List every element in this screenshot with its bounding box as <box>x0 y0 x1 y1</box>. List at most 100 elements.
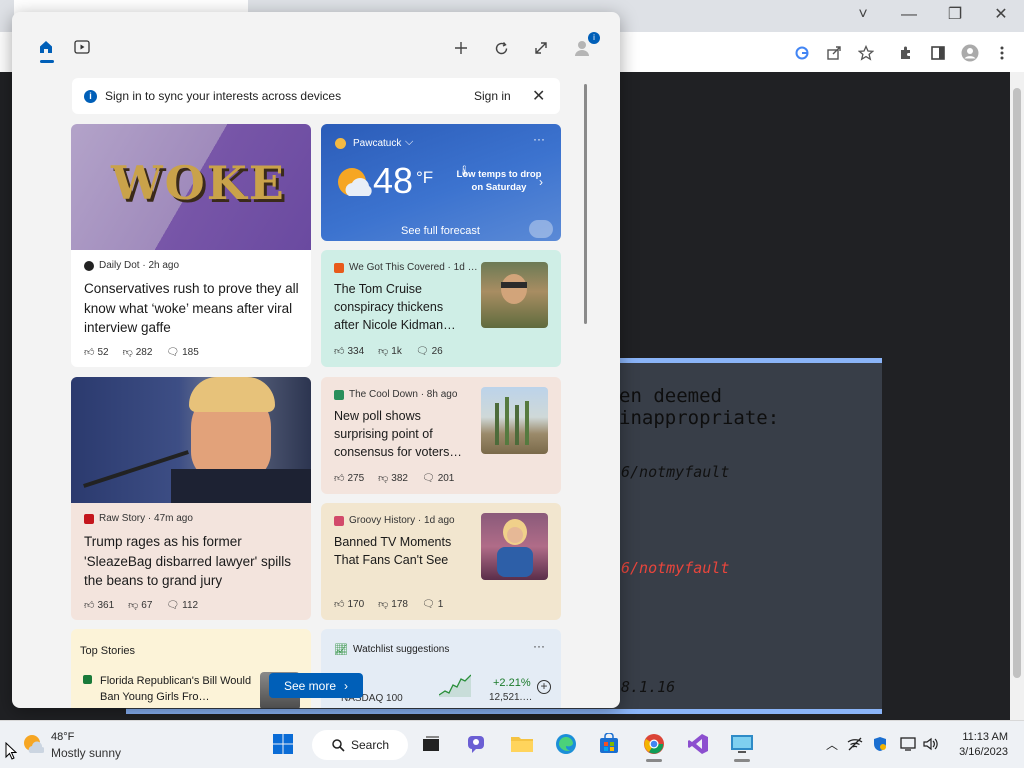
dislike-count: 382 <box>391 472 408 484</box>
more-options-icon[interactable]: ··· <box>533 132 545 146</box>
news-source: We Got This Covered · 1d … <box>334 262 478 273</box>
file-explorer-button[interactable] <box>510 732 534 756</box>
like-button[interactable]: 👍︎ 170 <box>334 598 365 611</box>
visual-studio-button[interactable] <box>686 732 710 756</box>
volume-icon[interactable] <box>923 736 939 752</box>
home-icon[interactable] <box>36 37 56 57</box>
browser-menu-icon[interactable] <box>991 42 1013 64</box>
comment-button[interactable]: 🗨︎ 1 <box>422 598 443 610</box>
edge-button[interactable] <box>554 732 578 756</box>
security-shield-icon[interactable] <box>872 736 888 752</box>
close-window-button[interactable]: ✕ <box>981 4 1021 26</box>
network-icon[interactable] <box>847 736 863 752</box>
restore-button[interactable]: ❐ <box>935 4 975 26</box>
cruise-thumbnail <box>481 262 548 328</box>
like-button[interactable]: 👍︎ 275 <box>334 472 364 485</box>
news-headline[interactable]: Trump rages as his former 'SleazeBag dis… <box>84 532 304 591</box>
dislike-button[interactable]: 👎︎ 1k <box>378 345 402 358</box>
news-card-woke[interactable]: WOKE Daily Dot · 2h ago Conservatives ru… <box>71 124 311 367</box>
news-source: The Cool Down · 8h ago <box>334 389 457 400</box>
taskbar-weather-desc[interactable]: Mostly sunny <box>51 746 121 760</box>
sparkline-chart <box>439 674 471 697</box>
show-hidden-icons-chevron-icon[interactable]: ︿ <box>824 736 840 752</box>
dialog-link-red[interactable]: 6/notmyfault <box>621 559 729 577</box>
comment-button[interactable]: 🗨︎ 201 <box>422 472 454 484</box>
bookmark-star-icon[interactable] <box>855 42 877 64</box>
card-stats: 👍︎ 334 👎︎ 1k 🗨︎ 26 <box>334 345 443 358</box>
chevron-down-icon[interactable]: ⌵ <box>405 136 413 149</box>
minimize-button[interactable]: — <box>889 4 929 26</box>
refresh-icon[interactable] <box>491 38 511 58</box>
like-button[interactable]: 👍︎ 52 <box>84 346 109 359</box>
dialog-link[interactable]: 6/notmyfault <box>621 463 729 481</box>
like-count: 170 <box>347 598 365 610</box>
taskbar-clock[interactable]: 11:13 AM 3/16/2023 <box>952 730 1008 760</box>
news-card-tv[interactable]: Groovy History · 1d ago Banned TV Moment… <box>321 503 561 620</box>
control-panel-button[interactable] <box>730 732 754 756</box>
chevron-right-icon[interactable]: › <box>539 175 543 189</box>
watchlist-label: Watchlist suggestions <box>353 644 450 655</box>
expand-icon[interactable] <box>531 38 551 58</box>
comment-button[interactable]: 🗨︎ 112 <box>166 599 198 611</box>
chrome-button[interactable] <box>642 732 666 756</box>
feed-scrollbar[interactable] <box>584 84 587 324</box>
news-card-cruise[interactable]: We Got This Covered · 1d … The Tom Cruis… <box>321 250 561 367</box>
thumbs-down-icon: 👎︎ <box>128 600 139 611</box>
clock-date: 3/16/2023 <box>959 746 1008 758</box>
task-view-button[interactable] <box>419 732 443 756</box>
video-icon[interactable] <box>72 37 92 57</box>
dislike-button[interactable]: 👎︎ 282 <box>122 346 153 359</box>
display-icon[interactable] <box>900 736 916 752</box>
page-scrollbar-thumb[interactable] <box>1013 88 1021 678</box>
store-button[interactable] <box>597 732 621 756</box>
see-forecast-link[interactable]: See full forecast <box>401 225 480 237</box>
add-widget-icon[interactable] <box>451 38 471 58</box>
side-panel-icon[interactable] <box>927 42 949 64</box>
news-headline[interactable]: Banned TV Moments That Fans Can't See <box>334 533 469 569</box>
top-story-headline[interactable]: Florida Republican's Bill Would Ban Youn… <box>100 673 270 705</box>
search-icon <box>332 738 345 752</box>
weather-location[interactable]: Pawcatuck <box>353 138 401 149</box>
dislike-button[interactable]: 👎︎ 178 <box>378 598 408 611</box>
weather-card[interactable]: Pawcatuck ⌵ ··· 48 °F 🌡︎ Low temps to dr… <box>321 124 561 241</box>
add-to-watchlist-icon[interactable]: + <box>537 680 551 694</box>
partly-sunny-icon <box>338 168 372 196</box>
news-card-poll[interactable]: The Cool Down · 8h ago New poll shows su… <box>321 377 561 494</box>
dislike-button[interactable]: 👎︎ 67 <box>128 599 152 612</box>
google-icon[interactable] <box>791 42 813 64</box>
see-more-button[interactable]: See more › <box>269 673 363 698</box>
extensions-icon[interactable] <box>895 42 917 64</box>
comment-count: 1 <box>437 598 444 610</box>
start-button[interactable] <box>271 732 295 756</box>
more-options-icon[interactable]: ··· <box>533 639 545 653</box>
share-icon[interactable] <box>823 42 845 64</box>
news-headline[interactable]: The Tom Cruise conspiracy thickens after… <box>334 280 469 334</box>
news-headline[interactable]: New poll shows surprising point of conse… <box>334 407 469 461</box>
close-banner-icon[interactable]: ✕ <box>532 86 545 106</box>
teams-chat-button[interactable] <box>465 732 489 756</box>
signin-link[interactable]: Sign in <box>474 89 511 103</box>
news-card-trump[interactable]: Raw Story · 47m ago Trump rages as his f… <box>71 377 311 620</box>
woke-image-text: WOKE <box>111 156 286 210</box>
comment-icon: 🗨︎ <box>421 472 435 484</box>
dislike-count: 282 <box>135 346 153 358</box>
like-button[interactable]: 👍︎ 361 <box>84 599 114 612</box>
monitor-app-icon <box>731 735 753 753</box>
comment-button[interactable]: 🗨︎ 26 <box>416 345 443 357</box>
comment-count: 201 <box>437 472 455 484</box>
windows-logo-icon <box>273 734 293 754</box>
taskbar-weather-temp[interactable]: 48°F <box>51 731 74 743</box>
profile-avatar-icon[interactable] <box>959 42 981 64</box>
tab-search-button[interactable]: ˅ <box>843 4 883 26</box>
taskbar-search[interactable]: Search <box>312 730 408 760</box>
news-headline[interactable]: Conservatives rush to prove they all kno… <box>84 279 304 338</box>
task-view-icon <box>423 736 439 751</box>
weather-taskbar-button[interactable] <box>22 733 45 755</box>
thumbs-down-icon: 👎︎ <box>122 347 133 358</box>
comment-button[interactable]: 🗨︎ 185 <box>166 346 198 358</box>
thumbs-up-icon: 👍︎ <box>84 347 95 358</box>
dislike-button[interactable]: 👎︎ 382 <box>378 472 408 485</box>
comment-icon: 🗨︎ <box>415 345 429 357</box>
home-tab-indicator <box>40 60 54 63</box>
like-button[interactable]: 👍︎ 334 <box>334 345 364 358</box>
